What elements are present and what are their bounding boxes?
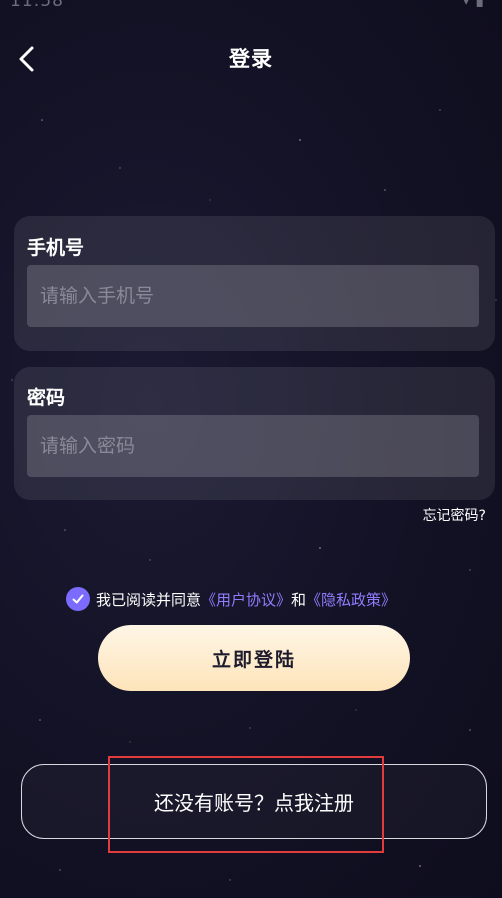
status-time: 11:58 [10,0,64,11]
header: 登录 [0,35,502,81]
battery-icon: ▮ [475,0,484,9]
agreement-text: 我已阅读并同意 [96,590,202,609]
user-agreement-link[interactable]: 《用户协议》 [201,589,291,610]
page-title: 登录 [229,47,273,71]
phone-label: 手机号 [27,237,85,259]
register-button[interactable]: 还没有账号？点我注册 [21,764,487,839]
status-bar: 11:58 ▾ ▮ [0,0,502,14]
agreement-checkbox[interactable] [66,587,90,611]
agreement-and: 和 [291,590,307,609]
password-label: 密码 [27,387,66,409]
signal-icon: ▾ [462,0,470,9]
login-button[interactable]: 立即登陆 [98,625,410,691]
checkmark-icon [72,594,84,604]
forgot-password-link[interactable]: 忘记密码? [423,505,486,525]
password-field-card: 密码 [14,367,495,500]
password-input[interactable] [27,415,479,477]
privacy-policy-link[interactable]: 《隐私政策》 [306,589,396,610]
phone-input[interactable] [27,265,479,327]
agreement-row: 我已阅读并同意 《用户协议》 和 《隐私政策》 [66,586,396,612]
phone-field-card: 手机号 [14,216,495,351]
status-icons: ▾ ▮ [462,0,484,9]
